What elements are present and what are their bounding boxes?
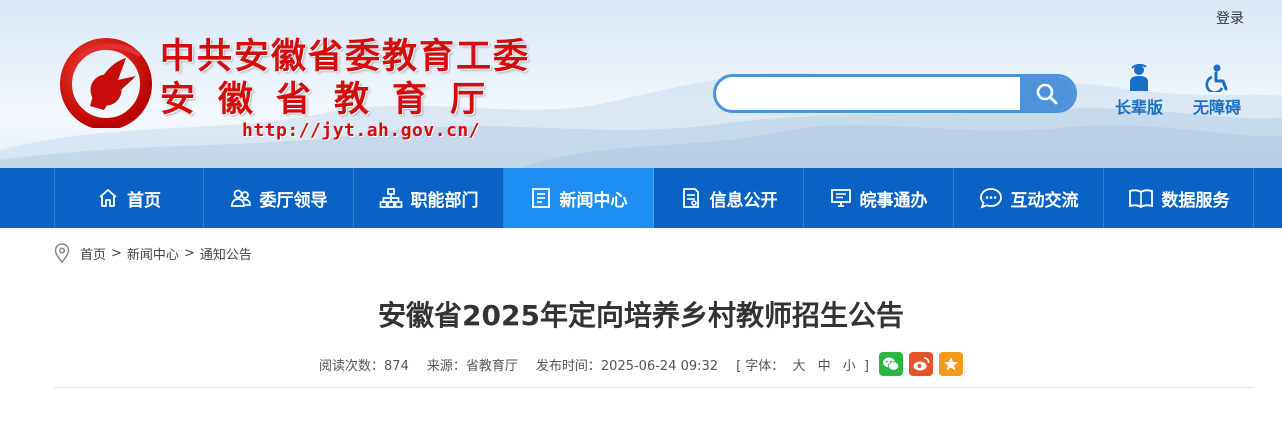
source-label: 来源： — [426, 358, 466, 374]
logo-icon — [60, 38, 152, 128]
favorite-button[interactable] — [938, 352, 963, 376]
elder-mode-button[interactable]: 长辈版 — [1109, 64, 1169, 118]
breadcrumb-home[interactable]: 首页 — [80, 244, 106, 263]
monitor-icon — [830, 189, 851, 207]
share-weibo-button[interactable] — [908, 352, 933, 376]
site-name-line1: 中共安徽省委教育工委 — [160, 36, 531, 77]
org-chart-icon — [379, 188, 402, 208]
nav-item-info-disclosure[interactable]: 信息公开 — [654, 168, 804, 228]
book-icon — [1128, 189, 1153, 209]
nav-item-data-services[interactable]: 数据服务 — [1104, 168, 1254, 228]
elder-mode-label: 长辈版 — [1114, 98, 1163, 117]
font-size-large[interactable]: 大 — [792, 359, 805, 374]
font-size-small[interactable]: 小 — [843, 359, 856, 374]
weibo-icon — [913, 357, 930, 371]
nav-item-leaders[interactable]: 委厅领导 — [204, 168, 354, 228]
view-count-label: 阅读次数： — [319, 358, 385, 374]
nav-label: 新闻中心 — [559, 190, 628, 211]
users-icon — [230, 189, 251, 207]
font-size-switcher: [ 字体： 大 中 小 ] — [736, 355, 869, 374]
search-input[interactable] — [716, 77, 1022, 110]
accessibility-button[interactable]: 无障碍 — [1187, 64, 1247, 118]
chat-icon — [979, 188, 1002, 209]
site-name-line2: 安徽省教育厅 — [160, 79, 509, 120]
site-url: http://jyt.ah.gov.cn/ — [242, 120, 481, 141]
breadcrumb-news-center[interactable]: 新闻中心 — [127, 244, 179, 263]
nav-label: 职能部门 — [410, 190, 479, 211]
publish-time-label: 发布时间： — [535, 358, 601, 374]
site-name: 中共安徽省委教育工委 安徽省教育厅 — [160, 36, 530, 122]
publish-time: 发布时间：2025-06-24 09:32 — [536, 355, 718, 374]
location-pin-icon — [54, 243, 70, 263]
breadcrumb-separator: > — [183, 245, 195, 261]
login-link[interactable]: 登录 — [1216, 8, 1244, 28]
breadcrumb: 首页 > 新闻中心 > 通知公告 — [54, 243, 252, 263]
view-count: 阅读次数：874 — [319, 355, 409, 374]
article-title: 安徽省2025年定向培养乡村教师招生公告 — [378, 299, 904, 332]
news-icon — [531, 188, 550, 208]
search-box — [713, 74, 1077, 113]
view-count-value: 874 — [384, 358, 409, 374]
nav-label: 首页 — [127, 190, 161, 211]
nav-item-services[interactable]: 皖事通办 — [804, 168, 954, 228]
site-header: 登录 中共安徽省委教育工委 安徽省教育厅 http://jyt.ah.gov.c… — [0, 0, 1282, 168]
article-meta: 阅读次数：874 来源：省教育厅 发布时间：2025-06-24 09:32 [… — [0, 352, 1282, 376]
elder-icon — [1130, 64, 1148, 91]
wheelchair-icon — [1205, 64, 1228, 92]
divider — [54, 387, 1254, 388]
publish-time-value: 2025-06-24 09:32 — [600, 358, 719, 374]
nav-label: 信息公开 — [709, 190, 778, 211]
search-button[interactable] — [1020, 77, 1074, 110]
share-wechat-button[interactable] — [878, 352, 903, 376]
font-size-bracket: ] — [863, 358, 869, 374]
star-icon — [943, 357, 958, 371]
nav-label: 互动交流 — [1010, 190, 1079, 211]
home-icon — [99, 189, 117, 207]
nav-item-departments[interactable]: 职能部门 — [354, 168, 504, 228]
wechat-icon — [882, 357, 900, 371]
font-size-medium[interactable]: 中 — [818, 359, 831, 374]
nav-item-interaction[interactable]: 互动交流 — [954, 168, 1104, 228]
nav-item-home[interactable]: 首页 — [54, 168, 204, 228]
document-icon — [682, 188, 699, 208]
accessibility-label: 无障碍 — [1192, 98, 1241, 117]
breadcrumb-separator: > — [111, 245, 122, 261]
font-size-label: [ 字体： — [736, 358, 785, 374]
nav-label: 数据服务 — [1161, 190, 1230, 211]
nav-label: 委厅领导 — [259, 190, 328, 211]
nav-item-news[interactable]: 新闻中心 — [504, 168, 654, 228]
nav-label: 皖事通办 — [859, 190, 928, 211]
article-source: 来源：省教育厅 — [427, 355, 518, 374]
search-icon — [1036, 83, 1058, 104]
main-nav-items: 首页 委厅领导 职能部门 新闻中心 信息公开 皖事通办 互动交流 数据服务 — [54, 168, 1254, 228]
source-value: 省教育厅 — [465, 358, 518, 374]
breadcrumb-notices[interactable]: 通知公告 — [200, 244, 252, 263]
